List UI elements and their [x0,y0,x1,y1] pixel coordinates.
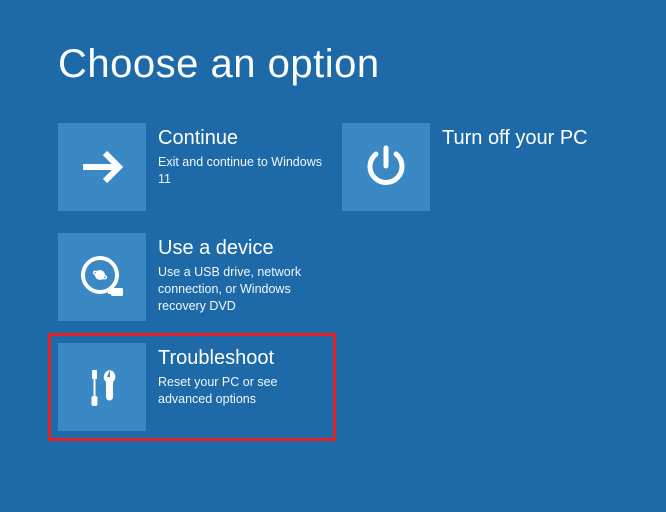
option-continue[interactable]: Continue Exit and continue to Windows 11 [58,123,326,211]
option-troubleshoot-label: Troubleshoot [158,347,327,370]
tools-icon [77,362,127,412]
option-troubleshoot-desc: Reset your PC or see advanced options [158,374,327,408]
page-title: Choose an option [58,42,608,87]
option-use-device[interactable]: Use a device Use a USB drive, network co… [58,233,326,321]
option-continue-label: Continue [158,127,326,150]
options-grid: Continue Exit and continue to Windows 11… [58,123,618,431]
disc-usb-icon [75,250,129,304]
option-continue-desc: Exit and continue to Windows 11 [158,154,326,188]
turnoff-tile [342,123,430,211]
device-tile [58,233,146,321]
option-use-device-desc: Use a USB drive, network connection, or … [158,264,326,315]
power-icon [361,142,411,192]
continue-tile [58,123,146,211]
option-turnoff-label: Turn off your PC [442,127,610,150]
option-turnoff[interactable]: Turn off your PC [342,123,610,211]
troubleshoot-tile [58,343,146,431]
arrow-right-icon [77,142,127,192]
option-troubleshoot[interactable]: Troubleshoot Reset your PC or see advanc… [48,333,336,441]
option-use-device-label: Use a device [158,237,326,260]
